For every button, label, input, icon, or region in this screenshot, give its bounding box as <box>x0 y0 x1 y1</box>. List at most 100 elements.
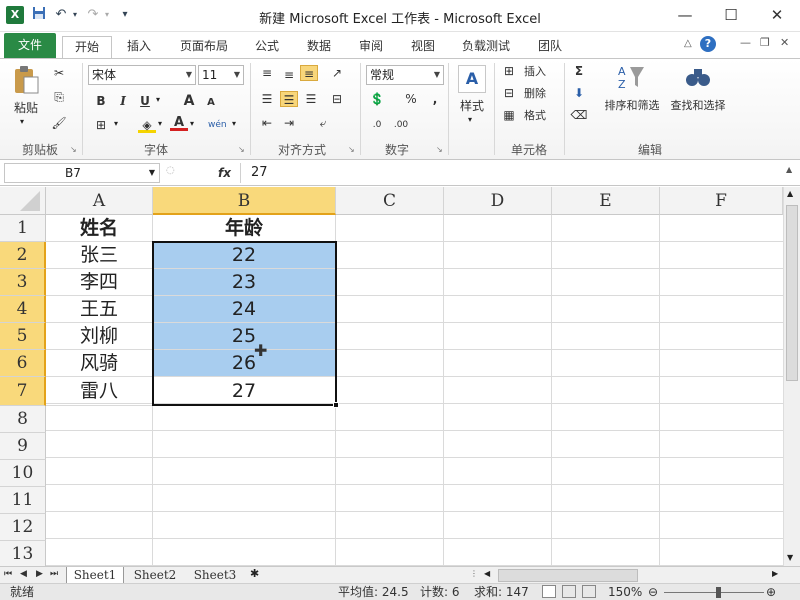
paste-button[interactable]: 粘贴 <box>8 99 44 116</box>
font-color-button[interactable]: A <box>170 115 188 131</box>
autosum-button[interactable]: Σ <box>570 63 588 79</box>
number-launcher-icon[interactable]: ↘ <box>436 145 443 154</box>
cell-a7[interactable]: 雷八 <box>46 377 153 406</box>
vertical-scrollbar[interactable]: ▲ ▼ <box>783 187 800 567</box>
row-header-9[interactable]: 9 <box>0 433 46 460</box>
cut-icon[interactable]: ✂ <box>50 65 68 81</box>
zoom-level[interactable]: 150% <box>608 584 642 600</box>
worksheet-grid[interactable]: A B C D E F 1 2 3 4 5 6 7 8 9 10 11 12 1… <box>0 187 783 567</box>
align-top-icon[interactable]: ≡ <box>258 65 276 81</box>
format-cells-icon[interactable]: ▦ <box>500 107 518 123</box>
font-size-select[interactable]: 11 ▼ <box>198 65 244 85</box>
close-button[interactable]: ✕ <box>754 0 800 30</box>
bold-button[interactable]: B <box>92 93 110 109</box>
sheet-tab-sheet2[interactable]: Sheet2 <box>126 567 184 584</box>
row-header-11[interactable]: 11 <box>0 487 46 514</box>
underline-dropdown-icon[interactable]: ▾ <box>156 95 160 104</box>
zoom-slider-thumb[interactable] <box>716 587 721 598</box>
next-sheet-icon[interactable]: ▶ <box>36 569 43 579</box>
align-left-icon[interactable]: ☰ <box>258 91 276 107</box>
cell-a1[interactable]: 姓名 <box>46 215 153 242</box>
row-header-6[interactable]: 6 <box>0 350 46 377</box>
column-header-d[interactable]: D <box>444 187 552 215</box>
fill-color-dropdown-icon[interactable]: ▾ <box>158 119 162 128</box>
tab-load-test[interactable]: 负载测试 <box>454 36 518 58</box>
scroll-left-icon[interactable]: ◀ <box>484 569 490 578</box>
styles-button[interactable]: 样式 <box>452 97 492 114</box>
row-header-3[interactable]: 3 <box>0 269 46 296</box>
sheet-tab-sheet3[interactable]: Sheet3 <box>186 567 244 584</box>
sheet-tab-sheet1[interactable]: Sheet1 <box>66 567 124 584</box>
cell-a5[interactable]: 刘柳 <box>46 323 153 350</box>
percent-button[interactable]: % <box>402 91 420 107</box>
format-cells-button[interactable]: 格式 <box>520 107 550 125</box>
page-break-view-icon[interactable] <box>582 585 596 598</box>
row-header-8[interactable]: 8 <box>0 406 46 433</box>
workbook-restore-icon[interactable]: ❐ <box>760 36 770 49</box>
first-sheet-icon[interactable]: ⏮ <box>4 569 12 579</box>
copy-icon[interactable]: ⎘ <box>50 89 68 105</box>
last-sheet-icon[interactable]: ⏭ <box>50 569 58 579</box>
find-select-icon[interactable] <box>684 65 712 91</box>
tab-review[interactable]: 审阅 <box>352 36 390 58</box>
styles-dropdown-icon[interactable]: ▾ <box>468 115 472 124</box>
ribbon-collapse-icon[interactable]: △ <box>684 38 692 49</box>
wrap-text-icon[interactable]: ⤶ <box>314 115 332 131</box>
horizontal-scroll-thumb[interactable] <box>498 569 638 582</box>
tab-home[interactable]: 开始 <box>62 36 112 58</box>
borders-icon[interactable]: ⊞ <box>92 117 110 133</box>
text-orientation-icon[interactable]: ↗ <box>328 65 346 81</box>
clear-icon[interactable]: ⌫ <box>570 107 588 123</box>
tab-view[interactable]: 视图 <box>404 36 442 58</box>
phonetic-dropdown-icon[interactable]: ▾ <box>232 119 236 128</box>
tab-insert[interactable]: 插入 <box>118 36 160 58</box>
phonetic-guide-button[interactable]: wén <box>208 117 227 133</box>
scroll-right-icon[interactable]: ▶ <box>772 569 778 578</box>
insert-sheet-icon[interactable]: ✱ <box>250 567 259 580</box>
sort-filter-icon[interactable]: AZ <box>616 63 646 91</box>
formula-expand-icon[interactable]: ▲ <box>786 165 792 174</box>
page-layout-view-icon[interactable] <box>562 585 576 598</box>
insert-cells-icon[interactable]: ⊞ <box>500 63 518 79</box>
cell-b1[interactable]: 年龄 <box>153 215 336 242</box>
column-header-f[interactable]: F <box>660 187 783 215</box>
row-header-2[interactable]: 2 <box>0 242 46 269</box>
maximize-button[interactable]: ☐ <box>708 0 754 30</box>
align-bottom-icon[interactable]: ≡ <box>300 65 318 81</box>
row-header-10[interactable]: 10 <box>0 460 46 487</box>
underline-button[interactable]: U <box>136 93 154 109</box>
increase-decimal-button[interactable]: .0 <box>368 117 386 133</box>
column-header-c[interactable]: C <box>336 187 444 215</box>
formula-bar-resize-icon[interactable]: ◌ <box>166 165 175 176</box>
font-color-dropdown-icon[interactable]: ▾ <box>190 119 194 128</box>
normal-view-icon[interactable] <box>542 585 556 598</box>
format-painter-icon[interactable]: 🖌 <box>50 115 68 131</box>
fill-handle[interactable] <box>333 402 339 408</box>
increase-indent-icon[interactable]: ⇥ <box>280 115 298 131</box>
shrink-font-button[interactable]: A <box>202 95 220 111</box>
prev-sheet-icon[interactable]: ◀ <box>20 569 27 579</box>
cell-a4[interactable]: 王五 <box>46 296 153 323</box>
insert-cells-button[interactable]: 插入 <box>520 63 550 81</box>
cell-a2[interactable]: 张三 <box>46 242 153 269</box>
align-right-icon[interactable]: ☰ <box>302 91 320 107</box>
italic-button[interactable]: I <box>114 93 132 109</box>
paste-icon[interactable] <box>12 65 40 95</box>
delete-cells-button[interactable]: 删除 <box>520 85 550 103</box>
help-icon[interactable]: ? <box>700 36 716 52</box>
delete-cells-icon[interactable]: ⊟ <box>500 85 518 101</box>
tab-formulas[interactable]: 公式 <box>248 36 286 58</box>
name-box[interactable]: B7 ▼ <box>4 163 160 183</box>
clipboard-launcher-icon[interactable]: ↘ <box>70 145 77 154</box>
sort-filter-button[interactable]: 排序和筛选 <box>600 97 664 113</box>
font-name-select[interactable]: 宋体 ▼ <box>88 65 196 85</box>
alignment-launcher-icon[interactable]: ↘ <box>348 145 355 154</box>
find-select-button[interactable]: 查找和选择 <box>666 97 730 113</box>
number-format-select[interactable]: 常规 ▼ <box>366 65 444 85</box>
formula-input[interactable]: 27 <box>240 163 784 183</box>
minimize-button[interactable]: — <box>662 0 708 30</box>
workbook-close-icon[interactable]: ✕ <box>780 36 789 49</box>
tab-split-icon[interactable]: ⋮ <box>470 569 478 578</box>
align-middle-icon[interactable]: ≡ <box>280 67 298 83</box>
workbook-minimize-icon[interactable]: — <box>740 36 751 49</box>
